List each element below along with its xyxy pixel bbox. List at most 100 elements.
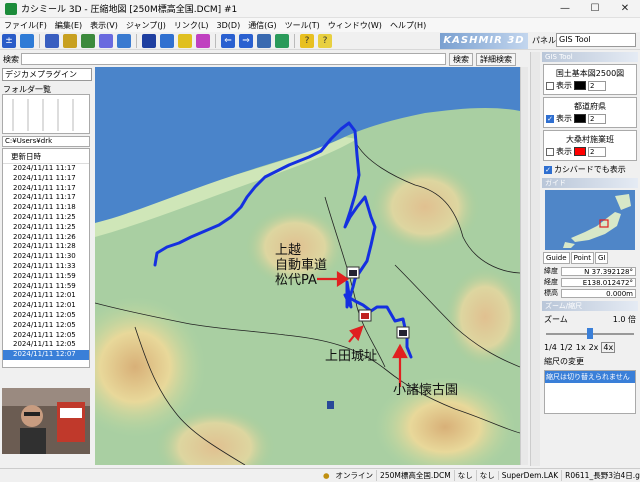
list-item[interactable]: 2024/11/11 11:17 — [3, 164, 89, 174]
layer-checkbox[interactable] — [546, 147, 554, 156]
online-icon: ● — [323, 471, 330, 480]
flag-icon[interactable] — [178, 33, 192, 48]
eraser-icon[interactable] — [196, 33, 210, 48]
latitude-label: 緯度 — [544, 267, 558, 275]
track-icon[interactable] — [99, 33, 113, 48]
list-item[interactable]: 2024/11/11 11:33 — [3, 262, 89, 272]
map-scrollbar[interactable] — [520, 67, 528, 465]
pa-label-line3: 松代PA — [275, 273, 317, 288]
list-item[interactable]: 2024/11/11 11:17 — [3, 193, 89, 203]
status-field1: なし — [453, 470, 476, 481]
layer-width-select[interactable]: 2 — [588, 113, 606, 124]
menu-link[interactable]: リンク(L) — [170, 20, 213, 31]
zoom-header: ズーム/縮尺 — [542, 301, 638, 311]
list-item[interactable]: 2024/11/11 11:18 — [3, 203, 89, 213]
tab-gi[interactable]: GI — [594, 252, 609, 264]
zoom-slider-thumb[interactable] — [587, 328, 593, 339]
folder-tree[interactable] — [2, 94, 90, 134]
list-item[interactable]: 2024/11/11 11:28 — [3, 242, 89, 252]
binoculars-icon[interactable] — [142, 33, 156, 48]
menu-file[interactable]: ファイル(F) — [0, 20, 51, 31]
context-help-icon[interactable]: ? — [318, 33, 332, 48]
route-icon[interactable] — [117, 33, 131, 48]
layer-width-select[interactable]: 2 — [588, 80, 606, 91]
list-item[interactable]: 2024/11/11 12:05 — [3, 340, 89, 350]
list-item[interactable]: 2024/11/11 12:05 — [3, 331, 89, 341]
status-bar: ● オンライン 250M標高全国.DCM なし なし SuperDem.LAK … — [0, 468, 640, 482]
layer-color-swatch[interactable] — [574, 114, 586, 123]
waypoint-icon[interactable] — [81, 33, 95, 48]
list-item[interactable]: 2024/11/11 12:05 — [3, 321, 89, 331]
pen-icon[interactable] — [45, 33, 59, 48]
folder-open-icon[interactable] — [63, 33, 77, 48]
help-icon[interactable]: ? — [300, 33, 314, 48]
edit-icon[interactable] — [160, 33, 174, 48]
longitude-value: E138.012472° — [561, 277, 636, 287]
list-header[interactable]: 更新日時 — [3, 149, 89, 164]
panel-splitter[interactable] — [530, 52, 540, 466]
layer-color-swatch[interactable] — [574, 147, 586, 156]
path-field[interactable]: C:¥Users¥drk — [2, 136, 90, 147]
maximize-button[interactable]: ☐ — [580, 3, 610, 14]
print-icon[interactable] — [257, 33, 271, 48]
cursor-option-checkbox[interactable]: ✓ — [544, 165, 552, 174]
panel-select[interactable]: GIS Tool — [556, 33, 636, 47]
search-button[interactable]: 検索 — [449, 52, 473, 66]
list-item[interactable]: 2024/11/11 11:17 — [3, 184, 89, 194]
layer-color-swatch[interactable] — [574, 81, 586, 90]
list-item[interactable]: 2024/11/11 12:05 — [3, 311, 89, 321]
list-item[interactable]: 2024/11/11 11:17 — [3, 174, 89, 184]
layer-checkbox[interactable] — [546, 81, 554, 90]
menu-3d[interactable]: 3D(D) — [213, 21, 245, 30]
layer-checkbox[interactable]: ✓ — [546, 114, 554, 123]
list-item[interactable]: 2024/11/11 11:25 — [3, 213, 89, 223]
list-item[interactable]: 2024/11/11 11:26 — [3, 233, 89, 243]
map-view[interactable]: 上越 自動車道 松代PA 上田城址 小諸懐古園 — [95, 67, 520, 465]
zoom-half-button[interactable]: 1/2 — [560, 343, 573, 352]
detail-search-button[interactable]: 詳細検索 — [476, 52, 516, 66]
list-item[interactable]: 2024/11/11 11:59 — [3, 282, 89, 292]
list-item[interactable]: 2024/11/11 11:30 — [3, 252, 89, 262]
list-item[interactable]: 2024/11/11 12:01 — [3, 291, 89, 301]
zoom-1x-button[interactable]: 1x — [576, 343, 586, 352]
arrow-left-icon[interactable]: ⇐ — [221, 33, 235, 48]
screen-icon[interactable] — [275, 33, 289, 48]
list-item[interactable]: 2024/11/11 12:07 — [3, 350, 89, 360]
zoom-4x-button[interactable]: 4x — [601, 342, 616, 353]
menu-jump[interactable]: ジャンプ(J) — [122, 20, 170, 31]
toolbar-separator — [39, 33, 40, 48]
zoom-2x-button[interactable]: 2x — [589, 343, 599, 352]
menu-tools[interactable]: ツール(T) — [281, 20, 324, 31]
tab-guide[interactable]: Guide — [543, 252, 570, 264]
scale-header: 縮尺の変更 — [544, 357, 584, 366]
list-item[interactable]: 2024/11/11 11:25 — [3, 223, 89, 233]
photo-thumbnail[interactable] — [2, 388, 90, 454]
minimize-button[interactable]: — — [550, 3, 580, 14]
file-list[interactable]: 更新日時 2024/11/11 11:17 2024/11/11 11:17 202… — [2, 148, 90, 368]
guide-map[interactable] — [545, 190, 635, 250]
close-button[interactable]: ✕ — [610, 3, 640, 14]
layer-width-select[interactable]: 2 — [588, 146, 606, 157]
menu-help[interactable]: ヘルプ(H) — [386, 20, 430, 31]
menu-view[interactable]: 表示(V) — [86, 20, 122, 31]
zoom-slider[interactable] — [546, 328, 634, 340]
tab-point[interactable]: Point — [570, 252, 594, 264]
status-dcm: 250M標高全国.DCM — [376, 470, 454, 481]
plugin-select[interactable]: デジカメプラグイン — [2, 68, 92, 81]
layer-show-label: 表示 — [556, 114, 572, 123]
gps-icon[interactable] — [20, 33, 34, 48]
elevation-value: 0.000m — [561, 288, 636, 298]
add-point-icon[interactable]: ± — [2, 33, 16, 48]
menu-window[interactable]: ウィンドウ(W) — [324, 20, 386, 31]
arrow-right-icon[interactable]: ⇒ — [239, 33, 253, 48]
list-item[interactable]: 2024/11/11 12:01 — [3, 301, 89, 311]
toolbar-separator — [136, 33, 137, 48]
status-gdb: R0611_長野3泊4日.gdb — [561, 470, 640, 481]
zoom-quarter-button[interactable]: 1/4 — [544, 343, 557, 352]
search-input[interactable] — [21, 53, 446, 65]
menu-comm[interactable]: 通信(G) — [244, 20, 280, 31]
menu-bar: ファイル(F) 編集(E) 表示(V) ジャンプ(J) リンク(L) 3D(D)… — [0, 18, 640, 32]
cursor-option[interactable]: ✓ カシバードでも表示 — [544, 164, 636, 175]
list-item[interactable]: 2024/11/11 11:59 — [3, 272, 89, 282]
menu-edit[interactable]: 編集(E) — [51, 20, 86, 31]
